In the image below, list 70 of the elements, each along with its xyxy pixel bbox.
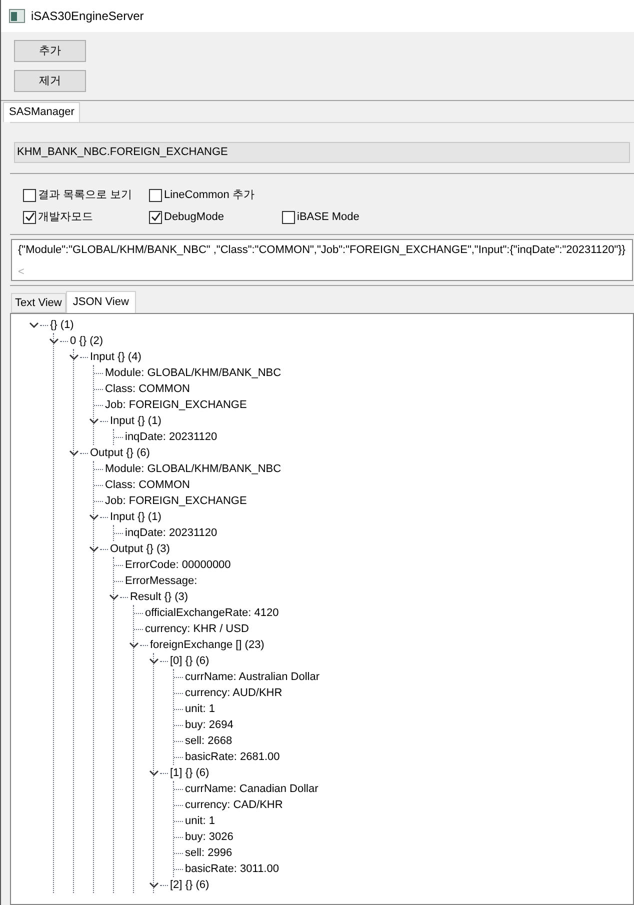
checkbox[interactable] <box>282 210 295 224</box>
tree-node[interactable]: Module: GLOBAL/KHM/BANK_NBC <box>105 461 282 477</box>
tree-node[interactable]: Job: FOREIGN_EXCHANGE <box>105 397 247 413</box>
tree-node[interactable]: [2] {} (6) <box>170 877 210 893</box>
tree-node[interactable]: ErrorMessage: <box>125 573 198 589</box>
tree-node[interactable]: currency: CAD/KHR <box>185 797 283 813</box>
checkbox-label: LineCommon 추가 <box>164 188 254 203</box>
checkbox-label: iBASE Mode <box>297 210 360 225</box>
request-json-text: {"Module":"GLOBAL/KHM/BANK_NBC" ,"Class":"COMMON","Job":"FOREIGN_EXCHANGE","Input":{"inqDate":"20231120"}} <box>18 244 626 256</box>
chevron-down-icon[interactable] <box>149 880 159 890</box>
tree-node[interactable]: currency: KHR / USD <box>145 621 249 637</box>
tree-node[interactable]: {} (1) <box>50 317 74 333</box>
tree-node[interactable]: buy: 2694 <box>185 717 234 733</box>
checkbox-label: DebugMode <box>164 210 224 225</box>
tree-node[interactable]: currency: AUD/KHR <box>185 685 282 701</box>
toolbar-button[interactable]: 추가 <box>14 40 86 62</box>
tree-node[interactable]: 0 {} (2) <box>70 333 104 349</box>
tree-node[interactable]: basicRate: 2681.00 <box>185 749 280 765</box>
tree-node[interactable]: Class: COMMON <box>105 381 190 397</box>
checkbox-label: 결과 목록으로 보기 <box>38 188 132 203</box>
tree-node[interactable]: currName: Australian Dollar <box>185 669 320 685</box>
tree-node[interactable]: Input {} (1) <box>110 413 162 429</box>
tree-node[interactable]: basicRate: 3011.00 <box>185 861 279 877</box>
chevron-down-icon[interactable] <box>149 768 159 778</box>
service-combo[interactable]: KHM_BANK_NBC.FOREIGN_EXCHANGE <box>14 142 630 163</box>
chevron-down-icon[interactable] <box>129 640 139 650</box>
tree-node[interactable]: [0] {} (6) <box>170 653 210 669</box>
chevron-down-icon[interactable] <box>89 416 99 426</box>
tree-node[interactable]: currName: Canadian Dollar <box>185 781 318 797</box>
checkbox[interactable] <box>149 188 162 202</box>
request-text-area[interactable]: {"Module":"GLOBAL/KHM/BANK_NBC" ,"Class":"COMMON","Job":"FOREIGN_EXCHANGE","Input":{"inqDate":"20231120"}} < <box>11 239 633 281</box>
checkbox[interactable] <box>23 188 36 202</box>
checkbox[interactable] <box>149 210 162 224</box>
app-icon <box>9 9 25 23</box>
chevron-down-icon[interactable] <box>69 352 79 362</box>
view-tab[interactable]: JSON View <box>66 291 136 313</box>
tree-node[interactable]: inqDate: 20231120 <box>125 429 218 445</box>
chevron-down-icon[interactable] <box>149 656 159 666</box>
tree-node[interactable]: Module: GLOBAL/KHM/BANK_NBC <box>105 365 282 381</box>
tree-node[interactable]: Result {} (3) <box>130 589 188 605</box>
tree-node[interactable]: ErrorCode: 00000000 <box>125 557 231 573</box>
chevron-down-icon[interactable] <box>109 592 119 602</box>
tree-node[interactable]: Input {} (1) <box>110 509 162 525</box>
tree-node[interactable]: unit: 1 <box>185 701 215 717</box>
tree-node[interactable]: Output {} (3) <box>110 541 170 557</box>
tree-node[interactable]: buy: 3026 <box>185 829 234 845</box>
toolbar-button[interactable]: 제거 <box>14 70 86 92</box>
tree-node[interactable]: [1] {} (6) <box>170 765 210 781</box>
check-icon <box>150 212 160 222</box>
view-tab[interactable]: Text View <box>11 293 66 313</box>
chevron-down-icon[interactable] <box>69 448 79 458</box>
tree-node[interactable]: Input {} (4) <box>90 349 142 365</box>
check-icon <box>24 212 34 222</box>
tree-node[interactable]: unit: 1 <box>185 813 215 829</box>
tree-node[interactable]: Class: COMMON <box>105 477 190 493</box>
tree-node[interactable]: Job: FOREIGN_EXCHANGE <box>105 493 247 509</box>
tree-node[interactable]: officialExchangeRate: 4120 <box>145 605 279 621</box>
tab[interactable]: SASManager <box>3 102 80 122</box>
tree-node[interactable]: Output {} (6) <box>90 445 150 461</box>
tree-node[interactable]: sell: 2668 <box>185 733 232 749</box>
tree-node[interactable]: inqDate: 20231120 <box>125 525 218 541</box>
chevron-down-icon[interactable] <box>89 512 99 522</box>
chevron-down-icon[interactable] <box>49 336 59 346</box>
window-title: iSAS30EngineServer <box>31 8 144 25</box>
chevron-down-icon[interactable] <box>89 544 99 554</box>
tree-node[interactable]: sell: 2996 <box>185 845 232 861</box>
chevron-down-icon[interactable] <box>29 320 39 330</box>
checkbox-label: 개발자모드 <box>38 210 93 225</box>
checkbox[interactable] <box>23 210 36 224</box>
tree-node[interactable]: foreignExchange [] (23) <box>150 637 264 653</box>
